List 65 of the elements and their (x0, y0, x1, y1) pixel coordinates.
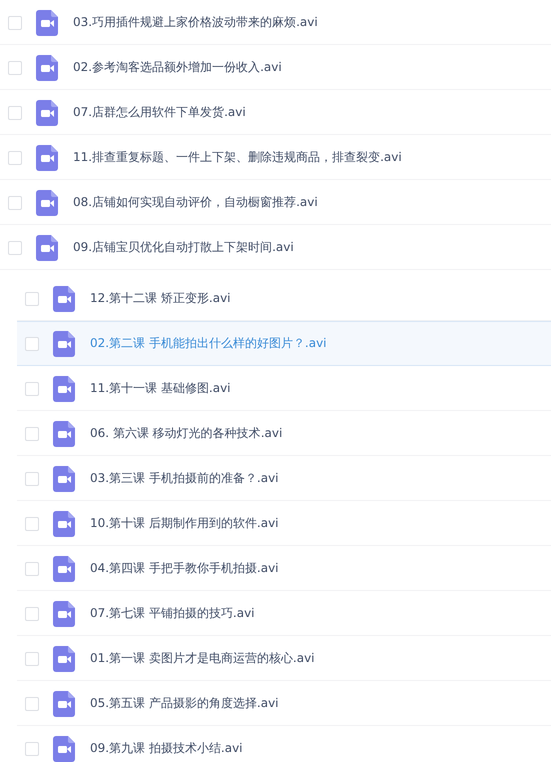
checkbox[interactable] (8, 196, 22, 210)
file-name: 07.第七课 平铺拍摄的技巧.avi (90, 605, 255, 622)
video-file-icon (53, 690, 75, 716)
file-name: 09.店铺宝贝优化自动打散上下架时间.avi (73, 239, 294, 256)
checkbox[interactable] (25, 696, 39, 710)
video-file-icon (53, 556, 75, 582)
video-file-icon (36, 144, 58, 170)
file-name: 11.排查重复标题、一件上下架、删除违规商品，排查裂变.avi (73, 149, 402, 166)
checkbox[interactable] (25, 516, 39, 530)
file-row[interactable]: 05.第五课 产品摄影的角度选择.avi (17, 681, 551, 726)
video-file-icon (53, 600, 75, 626)
video-file-icon (53, 330, 75, 356)
file-row[interactable]: 02.参考淘客选品额外增加一份收入.avi (0, 45, 551, 90)
checkbox[interactable] (8, 60, 22, 74)
file-name: 10.第十课 后期制作用到的软件.avi (90, 515, 279, 532)
file-name: 02.第二课 手机能拍出什么样的好图片？.avi (90, 335, 327, 352)
file-name: 04.第四课 手把手教你手机拍摄.avi (90, 560, 279, 577)
file-name: 03.巧用插件规避上家价格波动带来的麻烦.avi (73, 14, 318, 31)
checkbox[interactable] (25, 606, 39, 620)
checkbox[interactable] (25, 652, 39, 666)
file-row[interactable]: 07.第七课 平铺拍摄的技巧.avi (17, 591, 551, 636)
checkbox[interactable] (25, 562, 39, 576)
file-name: 02.参考淘客选品额外增加一份收入.avi (73, 59, 282, 76)
file-row[interactable]: 07.店群怎么用软件下单发货.avi (0, 90, 551, 135)
video-file-icon (36, 10, 58, 36)
video-file-icon (36, 54, 58, 80)
checkbox[interactable] (25, 742, 39, 756)
file-row[interactable]: 06. 第六课 移动灯光的各种技术.avi (17, 411, 551, 456)
file-name: 01.第一课 卖图片才是电商运营的核心.avi (90, 650, 315, 667)
video-file-icon (53, 420, 75, 446)
file-name: 03.第三课 手机拍摄前的准备？.avi (90, 470, 279, 487)
video-file-icon (53, 376, 75, 402)
file-row[interactable]: 01.第一课 卖图片才是电商运营的核心.avi (17, 636, 551, 681)
checkbox[interactable] (25, 472, 39, 486)
file-name: 12.第十二课 矫正变形.avi (90, 290, 231, 307)
checkbox[interactable] (25, 426, 39, 440)
checkbox[interactable] (8, 16, 22, 30)
video-file-icon (36, 190, 58, 216)
file-name: 06. 第六课 移动灯光的各种技术.avi (90, 425, 282, 442)
file-name: 09.第九课 拍摄技术小结.avi (90, 740, 243, 757)
file-row[interactable]: 10.第十课 后期制作用到的软件.avi (17, 501, 551, 546)
video-file-icon (53, 286, 75, 312)
file-name: 07.店群怎么用软件下单发货.avi (73, 104, 246, 121)
file-row[interactable]: 08.店铺如何实现自动评价，自动橱窗推荐.avi (0, 180, 551, 225)
file-row[interactable]: 03.巧用插件规避上家价格波动带来的麻烦.avi (0, 0, 551, 45)
video-file-icon (36, 100, 58, 126)
checkbox[interactable] (25, 292, 39, 306)
checkbox[interactable] (8, 150, 22, 164)
file-name: 11.第十一课 基础修图.avi (90, 380, 231, 397)
video-file-icon (53, 646, 75, 672)
file-name: 05.第五课 产品摄影的角度选择.avi (90, 695, 279, 712)
checkbox[interactable] (25, 382, 39, 396)
file-row[interactable]: 04.第四课 手把手教你手机拍摄.avi (17, 546, 551, 591)
checkbox[interactable] (8, 106, 22, 120)
file-row[interactable]: 03.第三课 手机拍摄前的准备？.avi (17, 456, 551, 501)
checkbox[interactable] (25, 336, 39, 350)
file-name: 08.店铺如何实现自动评价，自动橱窗推荐.avi (73, 194, 318, 211)
video-file-icon (36, 234, 58, 260)
file-row[interactable]: 11.第十一课 基础修图.avi (17, 366, 551, 411)
video-file-icon (53, 510, 75, 536)
file-row[interactable]: 09.第九课 拍摄技术小结.avi (17, 726, 551, 762)
file-row[interactable]: 11.排查重复标题、一件上下架、删除违规商品，排查裂变.avi (0, 135, 551, 180)
file-row[interactable]: 09.店铺宝贝优化自动打散上下架时间.avi (0, 225, 551, 270)
checkbox[interactable] (8, 240, 22, 254)
video-file-icon (53, 466, 75, 492)
